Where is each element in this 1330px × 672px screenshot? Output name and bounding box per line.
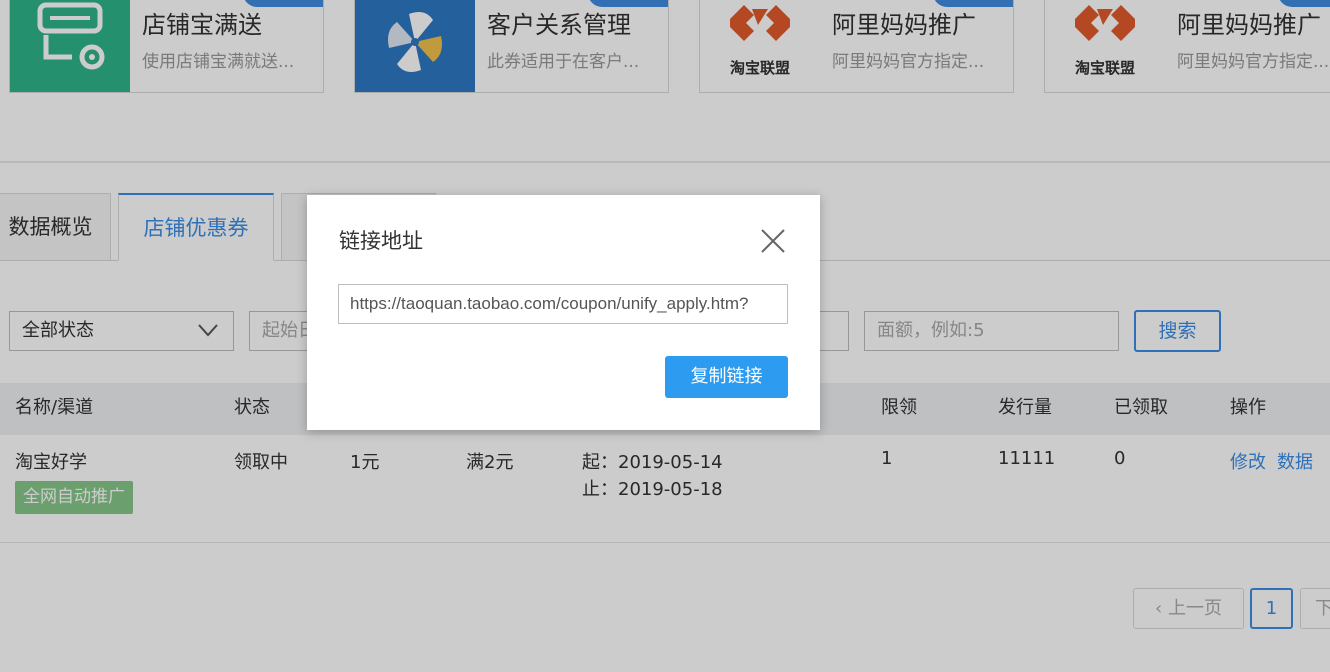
copy-link-button[interactable]: 复制链接 [665,356,788,398]
link-dialog: 链接地址 复制链接 [307,195,820,430]
dialog-title: 链接地址 [339,229,423,253]
close-icon[interactable] [759,227,787,255]
link-url-input[interactable] [338,284,788,324]
